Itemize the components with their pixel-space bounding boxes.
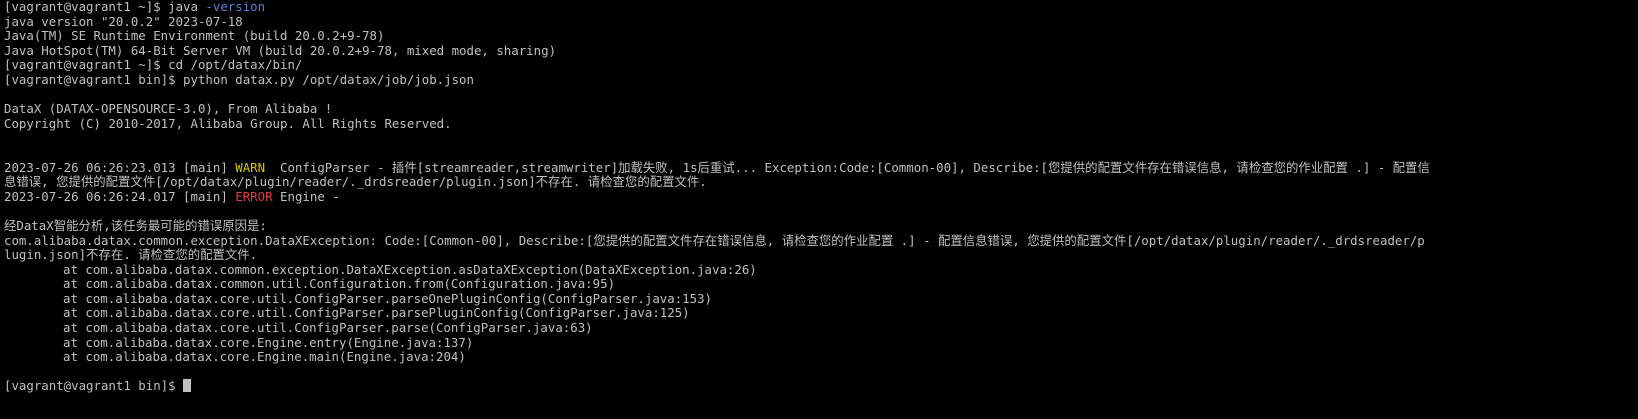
log-timestamp: 2023-07-26 06:26:24.017 [main] xyxy=(4,189,236,204)
command-prompt: [vagrant@vagrant1 bin]$ xyxy=(4,379,184,394)
terminal-line: DataX (DATAX-OPENSOURCE-3.0), From Aliba… xyxy=(4,102,333,117)
stack-trace-line: at com.alibaba.datax.common.util.Configu… xyxy=(63,277,616,292)
terminal-line: [vagrant@vagrant1 ~]$ cd /opt/datax/bin/ xyxy=(4,58,303,73)
log-message: Engine - xyxy=(272,189,340,204)
stack-trace-line: at com.alibaba.datax.core.util.ConfigPar… xyxy=(63,321,593,336)
stack-trace-line: at com.alibaba.datax.core.util.ConfigPar… xyxy=(63,306,690,321)
terminal-line: Java HotSpot(TM) 64-Bit Server VM (build… xyxy=(4,43,557,58)
log-line-continuation: 息错误, 您提供的配置文件[/opt/datax/plugin/reader/.… xyxy=(4,175,707,190)
command-prompt: [vagrant@vagrant1 ~]$ java xyxy=(4,0,206,14)
terminal-line: [vagrant@vagrant1 ~]$ java -version xyxy=(4,0,1634,15)
log-line-error: 2023-07-26 06:26:24.017 [main] ERROR Eng… xyxy=(4,190,1634,205)
stack-trace-line: at com.alibaba.datax.core.Engine.main(En… xyxy=(63,350,466,365)
exception-line: com.alibaba.datax.common.exception.DataX… xyxy=(4,233,1425,248)
command-argument: -version xyxy=(205,0,266,14)
stack-trace-line: at com.alibaba.datax.core.Engine.entry(E… xyxy=(63,335,474,350)
terminal-line: java version "20.0.2" 2023-07-18 xyxy=(4,14,243,29)
log-line-warn: 2023-07-26 06:26:23.013 [main] WARN Conf… xyxy=(4,161,1634,176)
error-level-label: ERROR xyxy=(235,189,273,204)
stack-trace-line: at com.alibaba.datax.common.exception.Da… xyxy=(63,262,757,277)
terminal-line: 经DataX智能分析,该任务最可能的错误原因是: xyxy=(4,218,267,233)
warn-level-label: WARN xyxy=(235,160,266,175)
text-cursor[interactable] xyxy=(183,379,192,393)
log-timestamp: 2023-07-26 06:26:23.013 [main] xyxy=(4,160,236,175)
command-input-line[interactable]: [vagrant@vagrant1 bin]$ xyxy=(4,379,1634,394)
exception-line-continuation: lugin.json]不存在. 请检查您的配置文件. xyxy=(4,248,258,263)
stack-trace-line: at com.alibaba.datax.core.util.ConfigPar… xyxy=(63,291,713,306)
terminal-line: [vagrant@vagrant1 bin]$ python datax.py … xyxy=(4,72,474,87)
terminal-line: Copyright (C) 2010-2017, Alibaba Group. … xyxy=(4,116,452,131)
terminal-line: Java(TM) SE Runtime Environment (build 2… xyxy=(4,29,385,44)
log-message: ConfigParser - 插件[streamreader,streamwri… xyxy=(265,160,1430,175)
terminal-window[interactable]: [vagrant@vagrant1 ~]$ java -version java… xyxy=(0,0,1638,419)
